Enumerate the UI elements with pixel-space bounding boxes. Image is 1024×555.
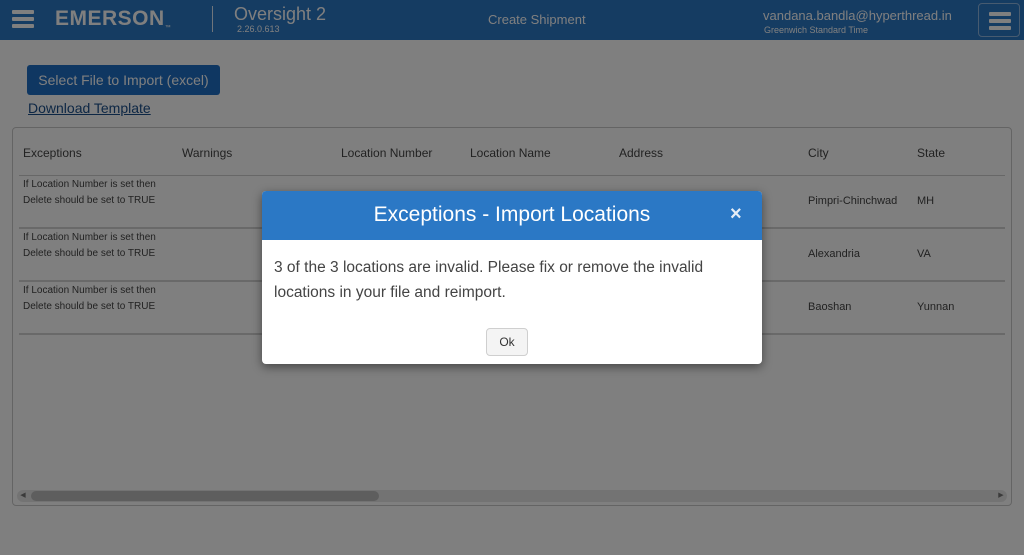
modal-header: Exceptions - Import Locations × (262, 191, 762, 240)
modal-message: 3 of the 3 locations are invalid. Please… (274, 259, 704, 301)
close-icon[interactable]: × (730, 203, 742, 226)
ok-button[interactable]: Ok (486, 328, 528, 356)
exceptions-modal: Exceptions - Import Locations × 3 of the… (262, 191, 762, 364)
modal-title: Exceptions - Import Locations (373, 203, 651, 226)
